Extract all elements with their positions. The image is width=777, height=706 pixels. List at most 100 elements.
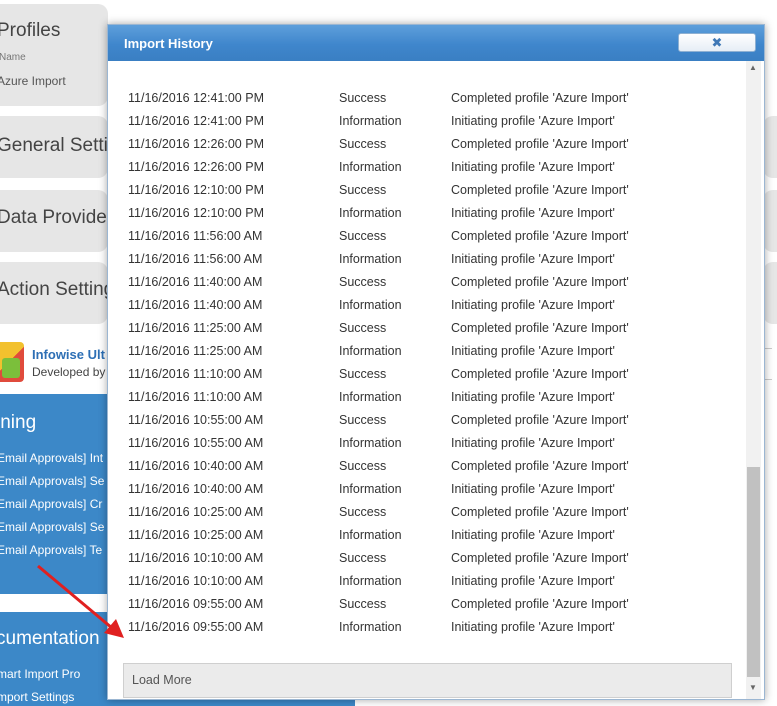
scroll-up-icon[interactable]: ▲ <box>749 63 757 72</box>
row-date: 11/16/2016 11:10:00 AM <box>128 367 263 381</box>
row-message: Initiating profile 'Azure Import' <box>451 160 615 174</box>
right-panel-1 <box>763 116 777 178</box>
row-type: Information <box>339 574 402 588</box>
close-button[interactable]: ✖ <box>678 33 756 52</box>
training-link[interactable]: Email Approvals] Int <box>0 451 103 465</box>
row-message: Initiating profile 'Azure Import' <box>451 574 615 588</box>
row-message: Completed profile 'Azure Import' <box>451 505 629 519</box>
row-date: 11/16/2016 10:40:00 AM <box>128 482 264 496</box>
history-row: 11/16/2016 12:41:00 PM Information Initiat… <box>108 114 746 137</box>
app-card[interactable]: Infowise Ult Developed by <box>0 328 108 392</box>
row-date: 11/16/2016 11:56:00 AM <box>128 229 263 243</box>
scroll-down-icon[interactable]: ▼ <box>749 683 757 692</box>
row-type: Information <box>339 252 402 266</box>
row-date: 11/16/2016 09:55:00 AM <box>128 597 264 611</box>
history-row: 11/16/2016 12:10:00 PM Information Initiat… <box>108 206 746 229</box>
row-message: Completed profile 'Azure Import' <box>451 597 629 611</box>
scroll-thumb[interactable] <box>747 467 760 677</box>
training-link[interactable]: Email Approvals] Se <box>0 520 104 534</box>
row-type: Information <box>339 528 402 542</box>
doc-link[interactable]: mport Settings <box>0 690 74 704</box>
row-message: Completed profile 'Azure Import' <box>451 367 629 381</box>
row-type: Information <box>339 298 402 312</box>
row-date: 11/16/2016 12:10:00 PM <box>128 183 264 197</box>
row-type: Information <box>339 390 402 404</box>
row-date: 11/16/2016 10:55:00 AM <box>128 436 264 450</box>
history-row: 11/16/2016 11:56:00 AM Information Initiat… <box>108 252 746 275</box>
row-message: Initiating profile 'Azure Import' <box>451 436 615 450</box>
row-date: 11/16/2016 10:25:00 AM <box>128 505 264 519</box>
row-message: Initiating profile 'Azure Import' <box>451 344 615 358</box>
history-row: 11/16/2016 12:26:00 PM Information Initiat… <box>108 160 746 183</box>
row-type: Success <box>339 367 387 381</box>
row-date: 11/16/2016 11:25:00 AM <box>128 321 263 335</box>
row-type: Success <box>339 505 387 519</box>
row-date: 11/16/2016 12:10:00 PM <box>128 206 264 220</box>
right-panel-2 <box>763 190 777 252</box>
row-type: Success <box>339 275 387 289</box>
import-history-dialog: Import History ✖ 11/16/2016 12:41:00 PM S… <box>107 24 765 700</box>
doc-link[interactable]: mart Import Pro <box>0 667 80 681</box>
data-provider-title: Data Provider <box>0 207 114 228</box>
row-type: Information <box>339 620 402 634</box>
training-link[interactable]: Email Approvals] Te <box>0 543 102 557</box>
row-message: Initiating profile 'Azure Import' <box>451 482 615 496</box>
training-link[interactable]: Email Approvals] Cr <box>0 497 102 511</box>
load-more-button[interactable]: Load More <box>123 663 732 698</box>
row-type: Information <box>339 482 402 496</box>
row-type: Information <box>339 344 402 358</box>
row-date: 11/16/2016 10:25:00 AM <box>128 528 264 542</box>
row-type: Information <box>339 436 402 450</box>
history-row: 11/16/2016 11:25:00 AM Success Completed p… <box>108 321 746 344</box>
history-row: 11/16/2016 11:40:00 AM Information Initiat… <box>108 298 746 321</box>
row-message: Completed profile 'Azure Import' <box>451 321 629 335</box>
row-type: Success <box>339 321 387 335</box>
row-message: Completed profile 'Azure Import' <box>451 551 629 565</box>
dialog-titlebar[interactable]: Import History ✖ <box>108 25 764 61</box>
data-provider-panel[interactable]: Data Provider <box>0 190 113 252</box>
history-row: 11/16/2016 11:40:00 AM Success Completed p… <box>108 275 746 298</box>
row-date: 11/16/2016 12:41:00 PM <box>128 114 264 128</box>
puzzle-logo-icon <box>0 342 24 382</box>
row-date: 11/16/2016 12:26:00 PM <box>128 137 264 151</box>
row-type: Success <box>339 183 387 197</box>
history-row: 11/16/2016 10:25:00 AM Success Completed p… <box>108 505 746 528</box>
action-settings-panel[interactable]: Action Setting <box>0 262 114 324</box>
history-row: 11/16/2016 10:40:00 AM Success Completed p… <box>108 459 746 482</box>
row-type: Information <box>339 206 402 220</box>
history-row: 11/16/2016 12:10:00 PM Success Completed p… <box>108 183 746 206</box>
profile-name[interactable]: Azure Import <box>0 74 66 88</box>
general-settings-panel[interactable]: General Settin <box>0 116 118 178</box>
row-date: 11/16/2016 10:10:00 AM <box>128 551 264 565</box>
row-message: Initiating profile 'Azure Import' <box>451 620 615 634</box>
profiles-panel: Profiles Name Azure Import <box>0 4 108 106</box>
app-developer: Developed by <box>32 365 106 379</box>
row-type: Success <box>339 91 387 105</box>
row-date: 11/16/2016 12:41:00 PM <box>128 91 264 105</box>
row-message: Initiating profile 'Azure Import' <box>451 114 615 128</box>
history-row: 11/16/2016 12:26:00 PM Success Completed p… <box>108 137 746 160</box>
training-link[interactable]: Email Approvals] Se <box>0 474 104 488</box>
row-message: Initiating profile 'Azure Import' <box>451 390 615 404</box>
documentation-title: cumentation <box>0 628 100 649</box>
row-message: Initiating profile 'Azure Import' <box>451 252 615 266</box>
row-date: 11/16/2016 11:40:00 AM <box>128 275 263 289</box>
action-settings-title: Action Setting <box>0 279 115 300</box>
history-row: 11/16/2016 09:55:00 AM Success Completed p… <box>108 597 746 620</box>
history-row: 11/16/2016 11:25:00 AM Information Initiat… <box>108 344 746 367</box>
row-message: Completed profile 'Azure Import' <box>451 183 629 197</box>
history-row: 11/16/2016 10:10:00 AM Success Completed p… <box>108 551 746 574</box>
app-name[interactable]: Infowise Ult <box>32 347 105 362</box>
row-message: Completed profile 'Azure Import' <box>451 137 629 151</box>
scrollbar[interactable]: ▲ ▼ <box>746 61 761 699</box>
row-message: Completed profile 'Azure Import' <box>451 459 629 473</box>
history-list: 11/16/2016 12:41:00 PM Success Completed p… <box>108 61 746 699</box>
row-type: Success <box>339 137 387 151</box>
row-message: Initiating profile 'Azure Import' <box>451 206 615 220</box>
row-message: Completed profile 'Azure Import' <box>451 91 629 105</box>
history-row: 11/16/2016 10:55:00 AM Success Completed p… <box>108 413 746 436</box>
history-row: 11/16/2016 09:55:00 AM Information Initiat… <box>108 620 746 643</box>
row-message: Initiating profile 'Azure Import' <box>451 298 615 312</box>
row-message: Completed profile 'Azure Import' <box>451 413 629 427</box>
row-type: Information <box>339 160 402 174</box>
